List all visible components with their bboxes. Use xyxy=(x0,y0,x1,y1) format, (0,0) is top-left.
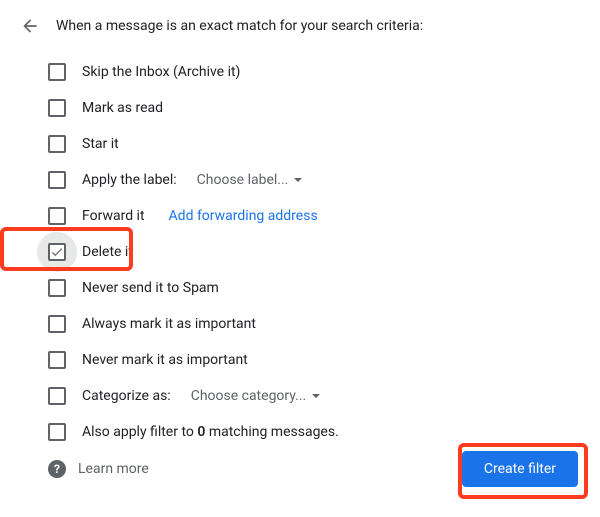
dropdown-apply-label-text: Choose label... xyxy=(197,172,289,188)
checkbox-star-it[interactable] xyxy=(48,135,66,153)
help-icon: ? xyxy=(48,460,66,478)
learn-more-text: Learn more xyxy=(78,461,149,477)
option-mark-read: Mark as read xyxy=(48,90,580,126)
label-always-important: Always mark it as important xyxy=(82,316,256,332)
checkbox-mark-read[interactable] xyxy=(48,99,66,117)
label-skip-inbox: Skip the Inbox (Archive it) xyxy=(82,64,240,80)
option-delete-it: Delete it xyxy=(48,234,580,270)
label-also-apply: Also apply filter to 0 matching messages… xyxy=(82,424,339,440)
option-skip-inbox: Skip the Inbox (Archive it) xyxy=(48,54,580,90)
label-forward-it: Forward it xyxy=(82,208,145,224)
checkbox-categorize-as[interactable] xyxy=(48,387,66,405)
link-add-forwarding[interactable]: Add forwarding address xyxy=(169,208,318,224)
option-also-apply: Also apply filter to 0 matching messages… xyxy=(48,414,580,450)
checkbox-never-spam[interactable] xyxy=(48,279,66,297)
create-filter-button[interactable]: Create filter xyxy=(462,451,578,487)
label-mark-read: Mark as read xyxy=(82,100,163,116)
option-categorize-as: Categorize as: Choose category... xyxy=(48,378,580,414)
checkbox-forward-it[interactable] xyxy=(48,207,66,225)
header-title: When a message is an exact match for you… xyxy=(56,18,423,34)
checkbox-apply-label[interactable] xyxy=(48,171,66,189)
learn-more-link[interactable]: ? Learn more xyxy=(48,460,149,478)
checkbox-delete-it[interactable] xyxy=(48,243,66,261)
chevron-down-icon xyxy=(294,178,302,182)
option-never-spam: Never send it to Spam xyxy=(48,270,580,306)
filter-options: Skip the Inbox (Archive it) Mark as read… xyxy=(20,54,580,450)
label-star-it: Star it xyxy=(82,136,119,152)
label-never-spam: Never send it to Spam xyxy=(82,280,219,296)
dropdown-apply-label[interactable]: Choose label... xyxy=(197,172,303,188)
checkbox-also-apply[interactable] xyxy=(48,423,66,441)
label-delete-it: Delete it xyxy=(82,244,133,260)
checkbox-skip-inbox[interactable] xyxy=(48,63,66,81)
option-apply-label: Apply the label: Choose label... xyxy=(48,162,580,198)
dropdown-categorize-as[interactable]: Choose category... xyxy=(191,388,321,404)
header: When a message is an exact match for you… xyxy=(20,16,580,36)
back-arrow-icon[interactable] xyxy=(20,16,40,36)
option-forward-it: Forward it Add forwarding address xyxy=(48,198,580,234)
checkbox-never-important[interactable] xyxy=(48,351,66,369)
dropdown-categorize-text: Choose category... xyxy=(191,388,307,404)
option-never-important: Never mark it as important xyxy=(48,342,580,378)
label-categorize-as: Categorize as: xyxy=(82,388,171,404)
option-star-it: Star it xyxy=(48,126,580,162)
checkbox-always-important[interactable] xyxy=(48,315,66,333)
chevron-down-icon xyxy=(312,394,320,398)
label-apply-label: Apply the label: xyxy=(82,172,177,188)
footer: ? Learn more Create filter xyxy=(0,451,600,487)
option-always-important: Always mark it as important xyxy=(48,306,580,342)
label-never-important: Never mark it as important xyxy=(82,352,248,368)
